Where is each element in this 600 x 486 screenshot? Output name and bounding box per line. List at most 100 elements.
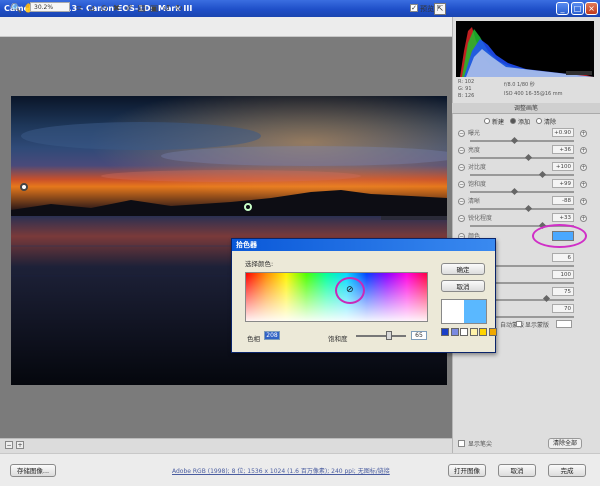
saturation-field[interactable]: 65 xyxy=(411,331,427,340)
saturation-slider[interactable] xyxy=(356,335,406,337)
slider-track[interactable] xyxy=(470,208,574,210)
graduated-filter-icon[interactable]: ▤ xyxy=(135,3,148,16)
slider-label: 清晰 xyxy=(468,198,481,205)
hue-label: 色相 xyxy=(247,335,260,343)
straighten-tool-icon[interactable]: ⊿ xyxy=(85,3,98,16)
slider-plus-icon[interactable]: + xyxy=(580,130,587,137)
iso-info: ISO 400 16-35@16 mm xyxy=(504,91,563,97)
preview-label: 预览 xyxy=(420,5,434,13)
done-button[interactable]: 完成 xyxy=(548,464,586,477)
rotate-left-icon[interactable]: ↺ xyxy=(160,3,173,16)
rotate-right-icon[interactable]: ↻ xyxy=(173,3,186,16)
image-info: R: 102 G: 91 B: 126 f/8.0 1/80 秒 ISO 400… xyxy=(456,78,594,102)
preferences-icon[interactable]: ▣ xyxy=(148,3,161,16)
hue-field[interactable]: 208 xyxy=(264,331,280,340)
exposure-info: f/8.0 1/80 秒 xyxy=(504,82,535,88)
select-color-label: 选择颜色: xyxy=(245,260,274,268)
slider-value[interactable]: -88 xyxy=(552,196,574,205)
ok-button[interactable]: 确定 xyxy=(441,263,485,275)
rgb-b: B: 126 xyxy=(458,93,475,99)
slider-label: 饱和度 xyxy=(468,181,487,188)
maximize-button[interactable]: □ xyxy=(571,2,584,15)
show-pins-label: 显示笔尖 xyxy=(468,441,493,448)
close-button[interactable]: × xyxy=(585,2,598,15)
slider-plus-icon[interactable]: + xyxy=(580,147,587,154)
zoom-level-select[interactable]: 30.2% xyxy=(30,2,70,12)
slider-label: 锐化程度 xyxy=(468,215,493,222)
mode-erase-radio[interactable] xyxy=(536,118,542,124)
slider-value[interactable]: +33 xyxy=(552,213,574,222)
rgb-r: R: 102 xyxy=(458,79,475,85)
slider-track[interactable] xyxy=(470,140,574,142)
saturation-thumb[interactable] xyxy=(385,331,392,340)
slider-minus-icon[interactable]: − xyxy=(458,147,465,154)
workflow-options-link[interactable]: Adobe RGB (1998); 8 位; 1536 x 1024 (1.6 … xyxy=(172,466,390,475)
highlight-ring xyxy=(532,224,587,248)
eyedropper-icon: ⊘ xyxy=(346,285,354,295)
mode-new-radio[interactable] xyxy=(484,118,490,124)
slider-value[interactable]: +100 xyxy=(552,162,574,171)
color-swatch[interactable] xyxy=(450,328,459,336)
cancel-button[interactable]: 取消 xyxy=(498,464,536,477)
slider-minus-icon[interactable]: − xyxy=(458,130,465,137)
mode-add-radio[interactable] xyxy=(510,118,516,124)
brush-flow-value[interactable]: 75 xyxy=(552,287,574,296)
zoom-bar xyxy=(0,438,452,453)
panel-title: 调整画笔 xyxy=(452,103,600,114)
slider-track[interactable] xyxy=(470,191,574,193)
brush-feather-value[interactable]: 100 xyxy=(552,270,574,279)
adjustment-pin[interactable] xyxy=(20,183,28,191)
histogram xyxy=(456,21,594,77)
slider-label: 对比度 xyxy=(468,164,487,171)
slider-track[interactable] xyxy=(470,174,574,176)
dialog-title: 拾色器 xyxy=(232,239,495,251)
save-image-button[interactable]: 存储图像... xyxy=(10,464,56,477)
rgb-g: G: 91 xyxy=(458,86,472,92)
slider-minus-icon[interactable]: − xyxy=(458,181,465,188)
slider-value[interactable]: +36 xyxy=(552,145,574,154)
preview-checkbox[interactable]: ✓ xyxy=(410,4,418,12)
mode-erase-label: 清除 xyxy=(544,119,557,126)
minimize-button[interactable]: _ xyxy=(556,2,569,15)
mode-add-label: 添加 xyxy=(518,119,531,126)
dialog-cancel-button[interactable]: 取消 xyxy=(441,280,485,292)
crop-tool-icon[interactable]: ⌗ xyxy=(73,3,86,16)
spot-removal-tool-icon[interactable]: ✖ xyxy=(110,3,123,16)
adjustment-pin-active[interactable] xyxy=(244,203,252,211)
mode-new-label: 新建 xyxy=(492,119,505,126)
show-pins-checkbox[interactable] xyxy=(458,440,465,447)
open-image-button[interactable]: 打开图像 xyxy=(448,464,486,477)
color-swatch[interactable] xyxy=(441,328,449,336)
slider-minus-icon[interactable]: − xyxy=(458,215,465,222)
slider-plus-icon[interactable]: + xyxy=(580,198,587,205)
adjustment-brush-icon[interactable]: ✐ xyxy=(123,3,136,16)
brush-size-value[interactable]: 6 xyxy=(552,253,574,262)
slider-minus-icon[interactable]: − xyxy=(458,164,465,171)
slider-plus-icon[interactable]: + xyxy=(580,164,587,171)
zoom-in-button[interactable]: + xyxy=(16,441,24,449)
slider-plus-icon[interactable]: + xyxy=(580,215,587,222)
clear-all-button[interactable]: 清除全部 xyxy=(548,438,582,449)
slider-track[interactable] xyxy=(470,157,574,159)
preview-new-color xyxy=(464,300,486,323)
red-eye-tool-icon[interactable]: ⊙ xyxy=(98,3,111,16)
zoom-tool-icon[interactable]: 🔍 xyxy=(10,3,23,16)
color-swatch[interactable] xyxy=(479,328,487,336)
zoom-out-button[interactable]: − xyxy=(5,441,13,449)
mask-color-swatch[interactable] xyxy=(556,320,572,328)
brush-density-value[interactable]: 70 xyxy=(552,304,574,313)
slider-plus-icon[interactable]: + xyxy=(580,181,587,188)
color-swatch[interactable] xyxy=(460,328,468,336)
saturation-label: 饱和度 xyxy=(328,335,348,343)
slider-value[interactable]: +99 xyxy=(552,179,574,188)
slider-value[interactable]: +0.90 xyxy=(552,128,574,137)
color-preview xyxy=(441,299,487,324)
show-mask-checkbox[interactable] xyxy=(516,321,522,327)
color-swatch[interactable] xyxy=(469,328,478,336)
color-swatch[interactable] xyxy=(488,328,497,336)
slider-label: 亮度 xyxy=(468,147,481,154)
slider-minus-icon[interactable]: − xyxy=(458,198,465,205)
fullscreen-icon[interactable]: ⇱ xyxy=(434,3,446,15)
preview-old-color xyxy=(442,300,464,323)
show-mask-label: 显示蒙版 xyxy=(525,322,550,329)
